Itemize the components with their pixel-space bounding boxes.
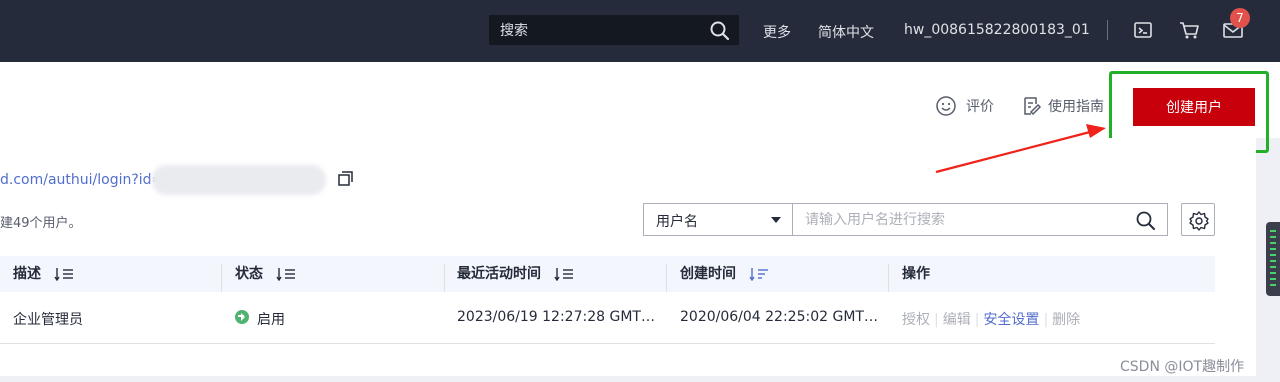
sort-icon[interactable] [54, 267, 74, 281]
account-name[interactable]: hw_008615822800183_01 [904, 22, 1090, 38]
language-switcher[interactable]: 简体中文 [818, 22, 874, 42]
sort-active-icon[interactable] [749, 267, 769, 281]
sort-icon[interactable] [276, 267, 296, 281]
cell-status: 启用 [257, 312, 285, 328]
login-url-link[interactable]: d.com/authui/login?id= [0, 172, 163, 188]
user-guide-link[interactable]: 使用指南 [1048, 96, 1104, 116]
smile-icon[interactable] [935, 95, 957, 121]
global-search-input[interactable] [500, 21, 700, 41]
table-settings-button[interactable] [1181, 203, 1215, 236]
cell-description: 企业管理员 [13, 312, 83, 328]
user-search-box[interactable] [793, 203, 1168, 236]
table-header: 描述 状态 最近活动时间 创建时间 操作 [0, 256, 1215, 292]
sort-icon[interactable] [554, 267, 574, 281]
column-status[interactable]: 状态 [235, 256, 296, 292]
side-scroll-widget[interactable] [1266, 222, 1280, 296]
column-actions: 操作 [902, 266, 930, 282]
user-count-text: 建49个用户。 [0, 216, 82, 231]
search-field-select[interactable]: 用户名 [643, 203, 793, 236]
row-actions: 授权 | 编辑 | 安全设置 | 删除 [902, 312, 1081, 328]
global-search-box[interactable] [489, 15, 739, 45]
watermark-text: CSDN @IOT趣制作 [1120, 359, 1245, 375]
notification-badge: 7 [1230, 8, 1250, 28]
guide-icon[interactable] [1021, 95, 1043, 121]
user-search-input[interactable] [805, 210, 1125, 230]
authorize-action[interactable]: 授权 [902, 312, 930, 328]
search-field-value: 用户名 [656, 214, 698, 230]
edit-action[interactable]: 编辑 [943, 312, 971, 328]
terminal-icon[interactable] [1133, 20, 1153, 44]
status-enabled-icon [235, 310, 249, 324]
nav-more[interactable]: 更多 [763, 22, 791, 42]
delete-action[interactable]: 删除 [1052, 312, 1080, 328]
search-icon[interactable] [709, 20, 731, 46]
column-created[interactable]: 创建时间 [680, 256, 769, 292]
feedback-link[interactable]: 评价 [966, 96, 994, 116]
security-settings-action[interactable]: 安全设置 [983, 312, 1039, 328]
redacted-account-id [152, 165, 326, 195]
copy-icon[interactable] [337, 170, 355, 192]
cell-created: 2020/06/04 22:25:02 GMT… [680, 309, 878, 325]
column-description[interactable]: 描述 [13, 256, 74, 292]
gear-icon [1189, 211, 1209, 231]
cart-icon[interactable] [1178, 20, 1200, 44]
column-last-active[interactable]: 最近活动时间 [457, 256, 574, 292]
caret-down-icon [771, 217, 781, 223]
search-icon[interactable] [1135, 210, 1157, 236]
cell-last-active: 2023/06/19 12:27:28 GMT… [457, 309, 655, 325]
nav-divider [1107, 20, 1108, 40]
